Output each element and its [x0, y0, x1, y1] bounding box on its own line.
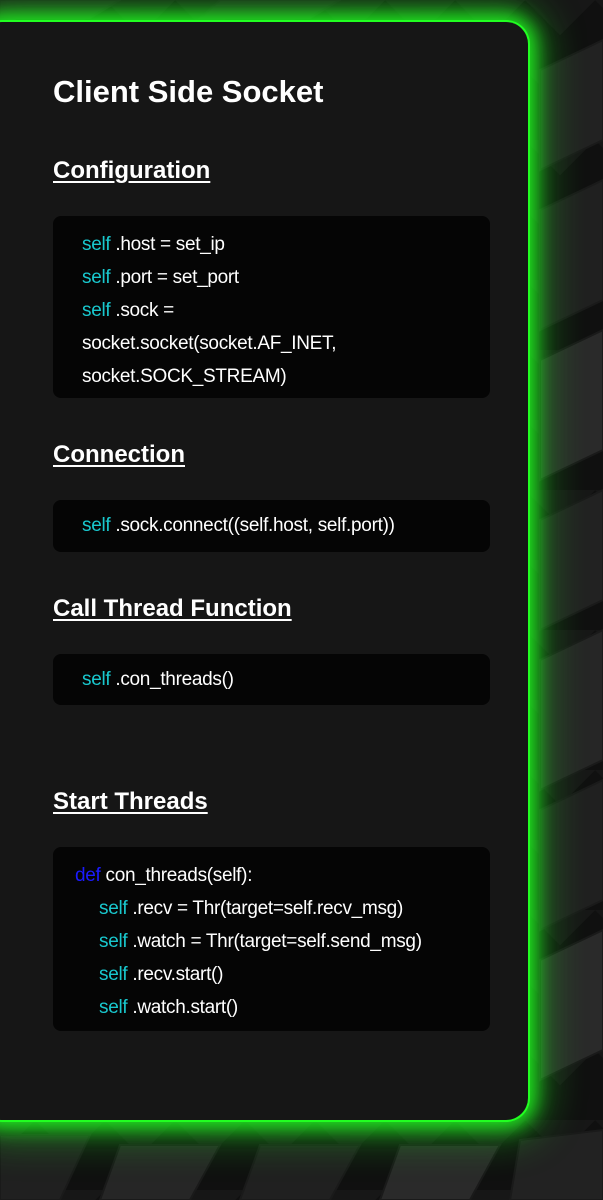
code-line: self .sock = [82, 294, 490, 327]
self-keyword: self [99, 997, 128, 1018]
self-keyword: self [82, 267, 111, 288]
code-text: .watch = Thr(target=self.send_msg) [127, 931, 422, 952]
code-text: .sock.connect((self.host, self.port)) [110, 515, 395, 536]
self-keyword: self [99, 964, 128, 985]
code-text: .port = set_port [110, 267, 239, 288]
self-keyword: self [82, 234, 111, 255]
code-text: .host = set_ip [110, 234, 225, 255]
code-line: def con_threads(self): [75, 859, 490, 892]
section-heading-start-threads: Start Threads [53, 788, 208, 815]
code-line: self .recv = Thr(target=self.recv_msg) [81, 892, 490, 925]
code-text: .con_threads() [110, 669, 234, 690]
code-line: self .watch = Thr(target=self.send_msg) [81, 925, 490, 958]
self-keyword: self [82, 515, 111, 536]
code-block-connection: self .sock.connect((self.host, self.port… [53, 500, 490, 552]
section-heading-call-thread-function: Call Thread Function [53, 595, 292, 622]
code-line: self .port = set_port [82, 261, 490, 294]
code-text: .recv.start() [127, 964, 224, 985]
code-text: socket.socket(socket.AF_INET, [82, 333, 337, 354]
code-line: self .con_threads() [82, 663, 490, 696]
code-line: socket.socket(socket.AF_INET, [82, 327, 490, 360]
code-line: self .sock.connect((self.host, self.port… [82, 509, 490, 542]
code-text: con_threads(self): [100, 865, 253, 886]
code-line: socket.SOCK_STREAM) [82, 360, 490, 393]
code-line: self .recv.start() [81, 958, 490, 991]
section-heading-connection: Connection [53, 441, 185, 468]
code-text: socket.SOCK_STREAM) [82, 366, 287, 387]
code-text: .sock = [110, 300, 174, 321]
self-keyword: self [82, 300, 111, 321]
code-text: .watch.start() [127, 997, 238, 1018]
def-keyword: def [75, 865, 101, 886]
self-keyword: self [82, 669, 111, 690]
code-block-start-threads: def con_threads(self): self .recv = Thr(… [53, 847, 490, 1031]
code-block-call-thread-function: self .con_threads() [53, 654, 490, 705]
self-keyword: self [99, 898, 128, 919]
code-line: self .watch.start() [81, 991, 490, 1024]
self-keyword: self [99, 931, 128, 952]
code-block-configuration: self .host = set_ip self .port = set_por… [53, 216, 490, 398]
page-title: Client Side Socket [53, 74, 324, 109]
code-line: self .host = set_ip [82, 228, 490, 261]
code-text: .recv = Thr(target=self.recv_msg) [127, 898, 403, 919]
section-heading-configuration: Configuration [53, 157, 211, 184]
